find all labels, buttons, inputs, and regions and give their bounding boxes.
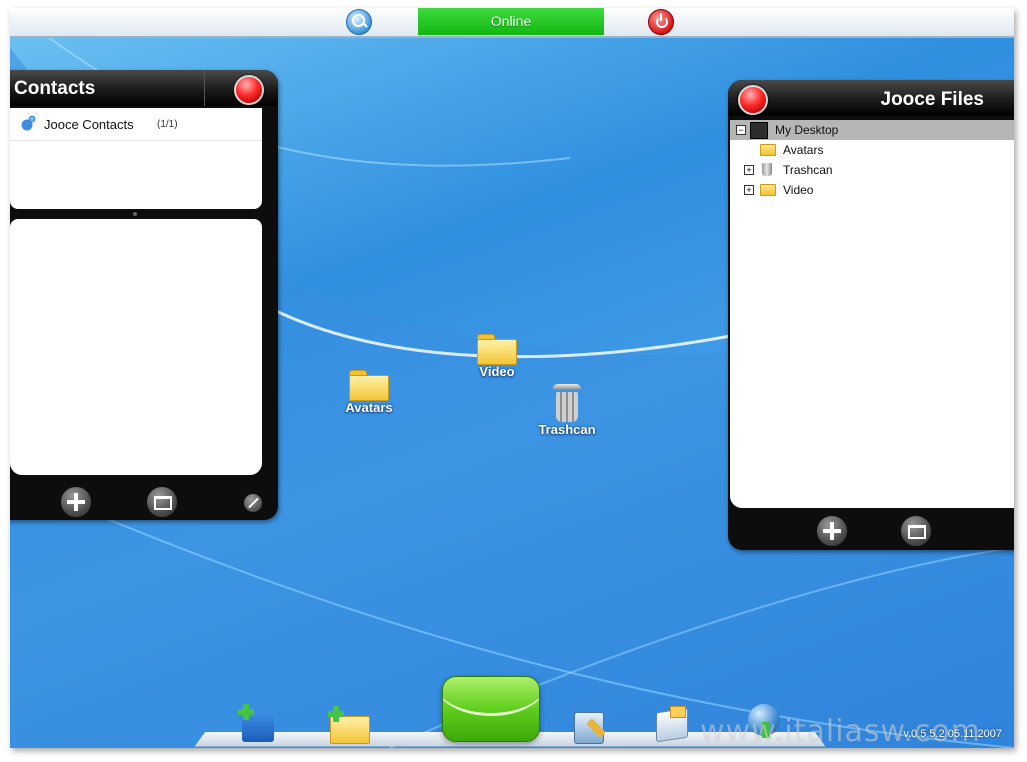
- contacts-list: Jooce Contacts (1/1): [10, 108, 262, 209]
- contacts-header[interactable]: Contacts: [10, 70, 278, 106]
- settings-icon[interactable]: [570, 708, 610, 748]
- add-file-button[interactable]: [816, 515, 848, 547]
- resize-handle-icon[interactable]: [244, 494, 262, 512]
- power-icon[interactable]: [648, 9, 674, 35]
- files-tree: − My Desktop Avatars + Trashcan + Video: [730, 120, 1014, 508]
- contacts-group-row[interactable]: Jooce Contacts (1/1): [10, 108, 262, 141]
- add-contact-button[interactable]: [60, 486, 92, 518]
- contacts-panel: Contacts Jooce Contacts (1/1): [10, 70, 278, 520]
- trash-icon: [553, 384, 581, 422]
- collapse-icon[interactable]: −: [736, 125, 746, 135]
- search-icon[interactable]: [346, 9, 372, 35]
- contacts-footer: [10, 480, 278, 520]
- tree-item-video[interactable]: + Video: [730, 180, 1014, 200]
- expand-icon[interactable]: +: [744, 165, 754, 175]
- tree-item-my-desktop[interactable]: − My Desktop: [730, 120, 1014, 140]
- splitter-handle[interactable]: [133, 212, 137, 216]
- tree-item-label: Avatars: [783, 143, 824, 157]
- desktop-icon-trashcan[interactable]: Trashcan: [522, 384, 612, 437]
- tree-item-label: My Desktop: [775, 123, 839, 137]
- tree-item-label: Video: [783, 183, 814, 197]
- contacts-close-icon[interactable]: [234, 75, 264, 105]
- contacts-group-label: Jooce Contacts: [44, 117, 134, 132]
- contacts-detail-area: [10, 219, 262, 475]
- files-title: Jooce Files: [880, 89, 985, 110]
- contacts-group-count: (1/1): [157, 119, 178, 130]
- status-online-badge[interactable]: Online: [418, 8, 604, 35]
- header-divider: [204, 70, 205, 106]
- desktop-icon-video[interactable]: Video: [452, 330, 542, 379]
- tree-item-avatars[interactable]: Avatars: [730, 140, 1014, 160]
- desktop-icon: [750, 122, 768, 139]
- files-panel: Jooce Files − My Desktop Avatars + Trash…: [728, 80, 1014, 550]
- tree-item-label: Trashcan: [783, 163, 833, 177]
- contacts-window-button[interactable]: [146, 486, 178, 518]
- folder-icon: [477, 330, 517, 365]
- contacts-title: Contacts: [14, 78, 96, 99]
- version-label: v.0.5.5.2 05.11.2007: [903, 728, 1002, 740]
- desktop-icon-label: Trashcan: [538, 422, 596, 437]
- files-footer: [728, 510, 1014, 550]
- desktop-icon-label: Avatars: [345, 400, 393, 415]
- files-close-icon[interactable]: [738, 85, 768, 115]
- desktop-icon-avatars[interactable]: Avatars: [324, 366, 414, 415]
- files-window-button[interactable]: [900, 515, 932, 547]
- tree-item-trashcan[interactable]: + Trashcan: [730, 160, 1014, 180]
- folder-icon: [349, 366, 389, 401]
- new-folder-icon[interactable]: [328, 704, 370, 744]
- folder-icon: [760, 144, 776, 156]
- files-header[interactable]: Jooce Files: [728, 80, 1014, 116]
- desktop-screen: Online Contacts Jooce Contacts (1/1) Joo…: [10, 8, 1014, 748]
- folder-icon: [760, 184, 776, 196]
- mail-icon[interactable]: [442, 676, 540, 742]
- desktop-icon-label: Video: [479, 364, 515, 379]
- expand-icon[interactable]: +: [744, 185, 754, 195]
- contacts-user-icon: [21, 115, 36, 131]
- trash-icon: [762, 163, 772, 176]
- save-icon[interactable]: [238, 702, 278, 742]
- mailbox-icon[interactable]: [652, 702, 692, 742]
- top-bar: Online: [10, 8, 1014, 38]
